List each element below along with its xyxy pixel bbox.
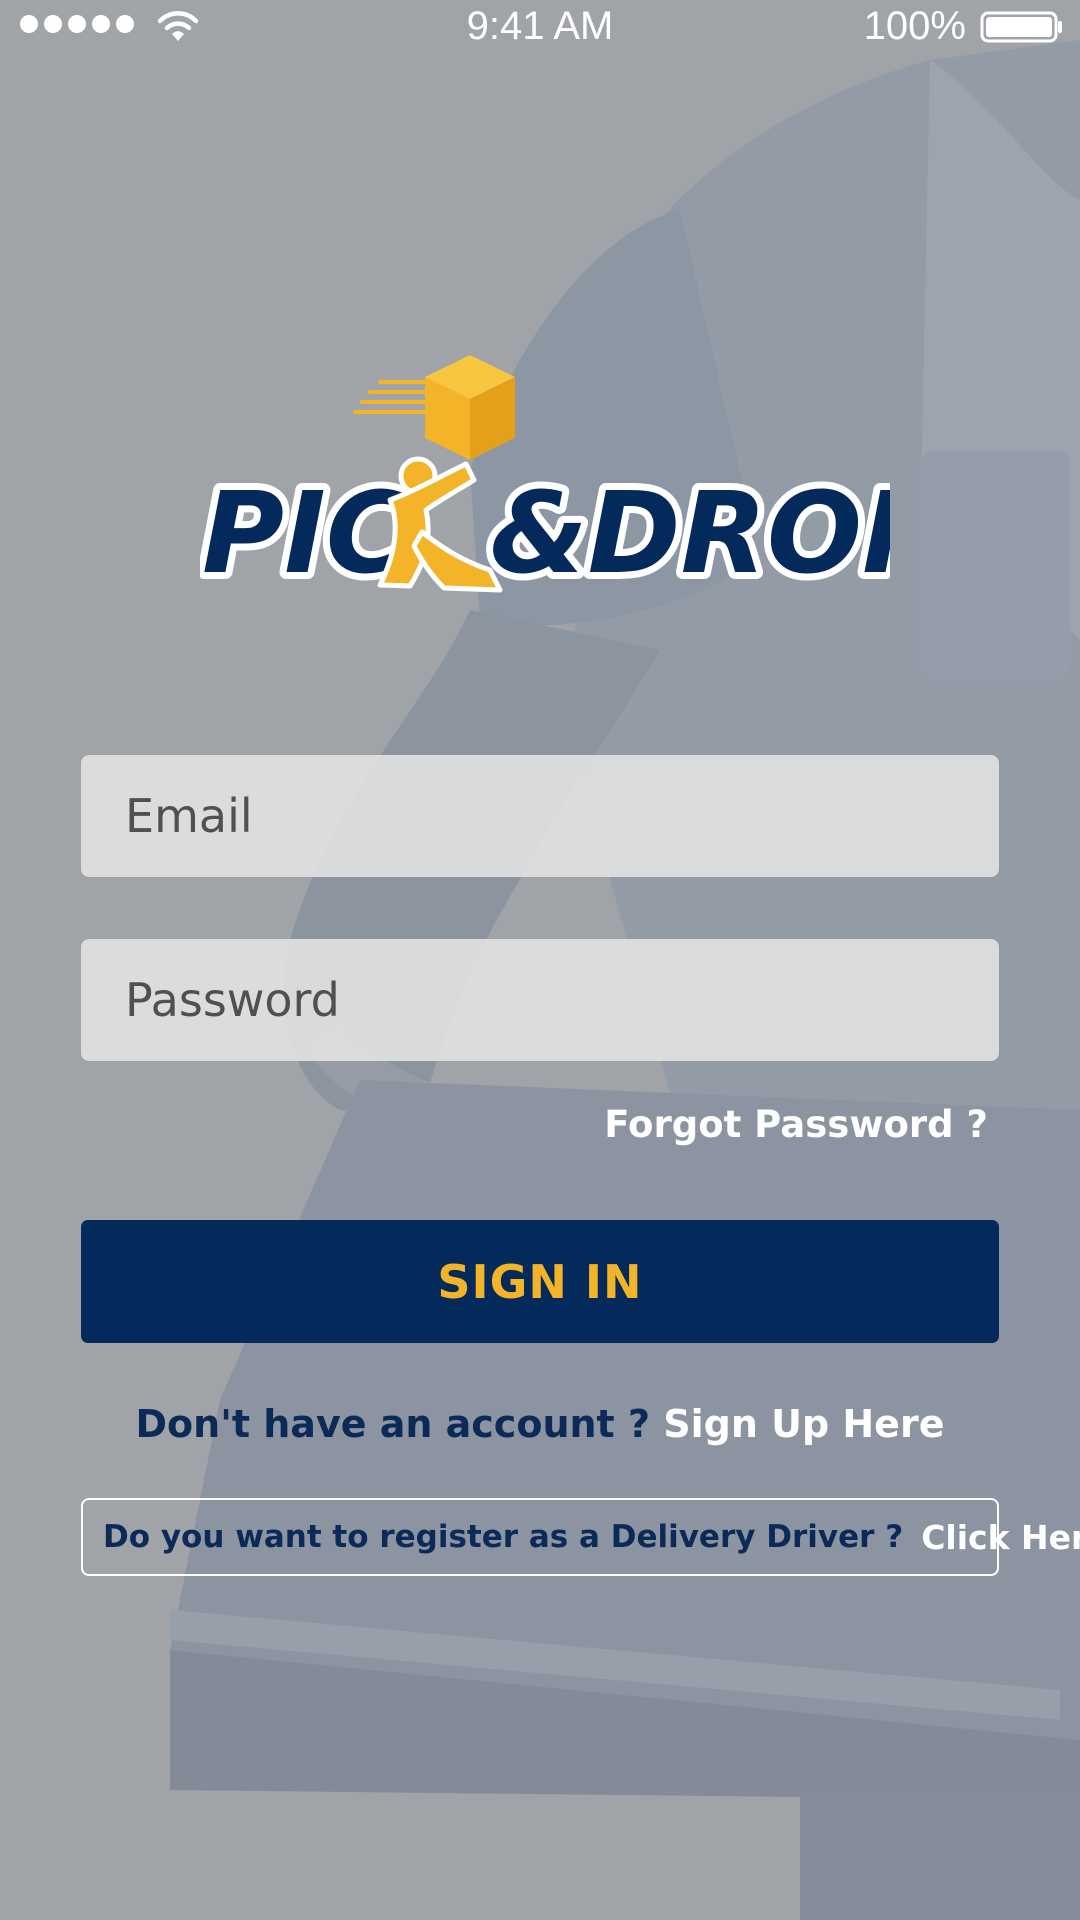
signup-prompt: Don't have an account ? Sign Up Here xyxy=(0,1398,1080,1450)
driver-click-here-link[interactable]: Click Here xyxy=(921,1518,1080,1557)
email-field[interactable] xyxy=(81,755,999,877)
battery-percent: 100% xyxy=(863,4,966,48)
sign-in-button[interactable]: SIGN IN xyxy=(81,1220,999,1343)
package-box-icon xyxy=(425,355,515,460)
no-account-text: Don't have an account ? xyxy=(135,1402,650,1446)
driver-register-question: Do you want to register as a Delivery Dr… xyxy=(103,1519,904,1555)
sign-up-link[interactable]: Sign Up Here xyxy=(663,1402,944,1446)
logo-text-left: PIC xyxy=(202,469,408,599)
forgot-password-link[interactable]: Forgot Password ? xyxy=(604,1100,988,1150)
status-bar: 9:41 AM 100% xyxy=(0,0,1080,54)
battery-icon xyxy=(980,11,1062,43)
register-driver-button[interactable]: Do you want to register as a Delivery Dr… xyxy=(81,1498,1080,1576)
password-field[interactable] xyxy=(81,939,999,1061)
pick-and-drop-logo: PIC PIC &DROP &DROP xyxy=(200,355,890,600)
logo-text-right: &DROP xyxy=(490,469,890,599)
login-screen: 9:41 AM 100% PIC PIC &DROP &DROP xyxy=(0,0,1080,1920)
